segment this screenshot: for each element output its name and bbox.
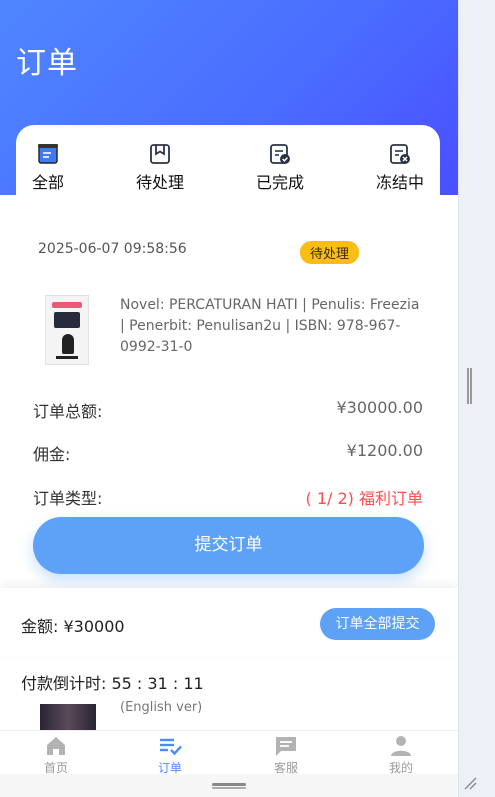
panel-resize-handle[interactable] (467, 368, 472, 404)
frozen-icon (388, 142, 412, 166)
resize-corner-icon[interactable] (463, 775, 477, 790)
orders-icon (158, 734, 182, 758)
countdown-text: 付款倒计时: 55 : 31 : 11 (21, 674, 204, 693)
order-type-row: 订单类型: ( 1/ 2) 福利订单 (33, 485, 423, 509)
home-indicator-line (212, 783, 246, 786)
status-badge: 待处理 (300, 241, 360, 264)
tab-completed[interactable]: 已完成 (245, 142, 315, 193)
nav-profile[interactable]: 我的 (361, 734, 441, 776)
all-orders-icon (36, 142, 60, 166)
commission-label: 佣金: (33, 445, 71, 464)
next-order-text: (English ver) (120, 700, 203, 715)
nav-support[interactable]: 客服 (246, 734, 326, 776)
order-total-label: 订单总额: (33, 402, 103, 421)
home-icon (44, 734, 68, 758)
tab-label: 全部 (31, 173, 64, 192)
product-description: Novel: PERCATURAN HATI | Penulis: Freezi… (120, 297, 420, 355)
pending-icon (148, 142, 172, 166)
commission-row: 佣金: ¥1200.00 (33, 441, 423, 465)
next-order-thumbnail (40, 704, 96, 732)
completed-icon (268, 142, 292, 166)
order-card: 2025-06-07 09:58:56 待处理 Novel: PERCATURA… (0, 195, 458, 585)
product-thumbnail[interactable] (45, 295, 89, 365)
payment-countdown: 付款倒计时: 55 : 31 : 11 (0, 660, 458, 700)
submit-all-orders-button[interactable]: 订单全部提交 (320, 608, 435, 640)
tab-label: 已完成 (255, 173, 304, 192)
tab-frozen[interactable]: 冻结中 (365, 142, 435, 193)
chat-icon (274, 734, 298, 758)
order-datetime: 2025-06-07 09:58:56 (38, 241, 187, 257)
nav-orders[interactable]: 订单 (130, 734, 210, 776)
order-status-tabs: 全部 待处理 已完成 冻结中 (16, 125, 440, 195)
cover-title-block (54, 312, 80, 328)
cover-band (52, 302, 82, 308)
page-title: 订单 (16, 46, 78, 81)
commission-value: ¥1200.00 (346, 441, 423, 460)
cover-author-line (56, 356, 78, 359)
home-indicator (0, 774, 458, 797)
order-type-value: ( 1/ 2) 福利订单 (305, 489, 424, 508)
submit-order-button[interactable]: 提交订单 (33, 517, 424, 574)
profile-icon (389, 734, 413, 758)
order-total-value: ¥30000.00 (336, 398, 423, 417)
tab-label: 待处理 (135, 173, 184, 192)
next-order-peek[interactable]: (English ver) (0, 700, 458, 732)
nav-home[interactable]: 首页 (16, 734, 96, 776)
side-panel (458, 0, 495, 797)
summary-amount: 金额: ¥30000 (21, 617, 125, 636)
cover-figure (62, 334, 74, 354)
tab-pending[interactable]: 待处理 (125, 142, 195, 193)
bottom-navigation: 首页 订单 客服 我的 (0, 730, 458, 776)
order-total-row: 订单总额: ¥30000.00 (33, 398, 423, 422)
app-window: 订单 全部 待处理 已完成 冻结中 2025-06-07 09:58:56 待处… (0, 0, 458, 797)
home-indicator-line (212, 787, 246, 789)
tab-label: 冻结中 (375, 173, 424, 192)
payment-summary-bar: 金额: ¥30000 订单全部提交 (0, 588, 458, 656)
tab-all[interactable]: 全部 (13, 142, 83, 193)
order-type-label: 订单类型: (33, 489, 103, 508)
